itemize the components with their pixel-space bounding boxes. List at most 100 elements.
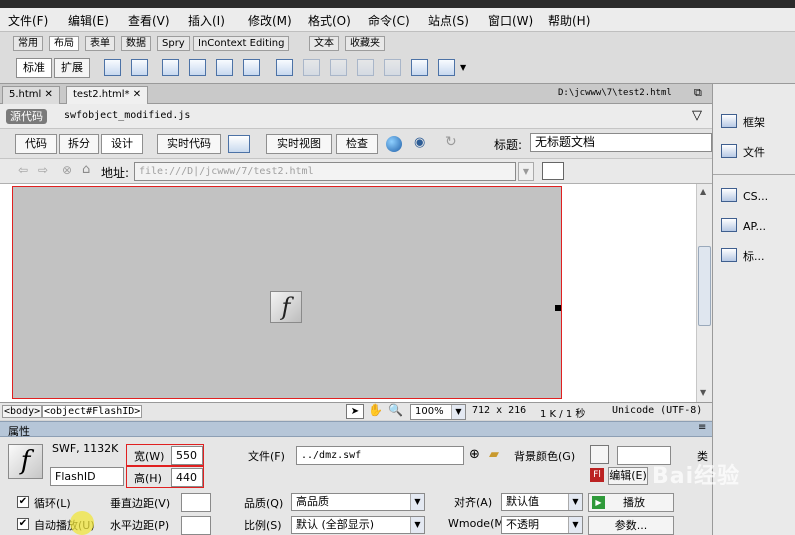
forward-arrow-icon[interactable]: ⇨	[38, 163, 48, 177]
insert-tab-spry[interactable]: Spry	[157, 36, 190, 51]
spry-menubar-icon[interactable]	[162, 59, 179, 76]
tag-selector-body[interactable]: <body>	[2, 405, 43, 418]
title-input[interactable]: 无标题文档	[530, 133, 712, 152]
vspace-input[interactable]	[181, 493, 211, 512]
scroll-down-icon[interactable]: ▼	[700, 388, 706, 397]
code-view-button[interactable]: 代码	[15, 134, 57, 154]
insert-tab-forms[interactable]: 表单	[85, 36, 115, 51]
menu-format[interactable]: 格式(O)	[308, 12, 351, 29]
frames-icon[interactable]	[438, 59, 455, 76]
insert-row-below-icon[interactable]	[330, 59, 347, 76]
panel-tag-inspector[interactable]: 标...	[721, 248, 765, 264]
resize-handle[interactable]	[555, 305, 561, 311]
refresh-icon[interactable]: ↻	[445, 134, 457, 150]
address-input[interactable]: file:///D|/jcwww/7/test2.html	[134, 162, 516, 181]
menu-modify[interactable]: 修改(M)	[248, 12, 292, 29]
insert-row-above-icon[interactable]	[303, 59, 320, 76]
bgcolor-swatch[interactable]	[590, 445, 609, 464]
quality-select[interactable]: 高品质 ▼	[291, 493, 425, 511]
restore-icon[interactable]: ⧉	[694, 86, 702, 100]
standard-mode-button[interactable]: 标准	[16, 58, 52, 78]
visual-aids-icon[interactable]: ◉	[414, 135, 425, 150]
insert-tab-favorites[interactable]: 收藏夹	[345, 36, 385, 51]
insert-tab-data[interactable]: 数据	[121, 36, 151, 51]
zoom-select[interactable]: 100% ▼	[410, 404, 466, 420]
play-button[interactable]: ▶ 播放	[588, 493, 674, 512]
menu-commands[interactable]: 命令(C)	[368, 12, 410, 29]
doc-tab-5html[interactable]: 5.html ✕	[2, 86, 60, 104]
inspect-button[interactable]: 检查	[336, 134, 378, 154]
vertical-scrollbar[interactable]: ▲ ▼	[696, 184, 712, 402]
expanded-mode-button[interactable]: 扩展	[54, 58, 90, 78]
panel-css-styles[interactable]: CS...	[721, 188, 768, 203]
menu-edit[interactable]: 编辑(E)	[68, 12, 109, 29]
insert-column-right-icon[interactable]	[384, 59, 401, 76]
scroll-thumb[interactable]	[698, 246, 711, 326]
point-to-file-icon[interactable]: ⊕	[469, 447, 480, 462]
source-code-button[interactable]: 源代码	[6, 109, 47, 124]
align-select[interactable]: 默认值 ▼	[501, 493, 583, 511]
scroll-up-icon[interactable]: ▲	[700, 187, 706, 196]
zoom-tool-icon[interactable]: 🔍	[388, 403, 403, 417]
autoplay-checkbox[interactable]: ✔	[17, 518, 29, 530]
back-arrow-icon[interactable]: ⇦	[18, 163, 28, 177]
zoom-value: 100%	[415, 406, 444, 417]
properties-header[interactable]: 属性 ≡	[0, 421, 712, 438]
insert-ap-div-icon[interactable]	[131, 59, 148, 76]
flash-object-placeholder[interactable]: f	[12, 186, 562, 399]
filter-icon[interactable]: ▽	[692, 108, 702, 123]
select-tool-icon[interactable]: ➤	[346, 404, 364, 419]
related-file-link[interactable]: swfobject_modified.js	[64, 110, 190, 121]
table-icon[interactable]	[276, 59, 293, 76]
parameters-button[interactable]: 参数...	[588, 516, 674, 535]
window-size[interactable]: 712 x 216	[472, 405, 526, 416]
spry-collapsible-icon[interactable]	[243, 59, 260, 76]
menu-help[interactable]: 帮助(H)	[548, 12, 590, 29]
panel-ap-elements[interactable]: AP...	[721, 218, 766, 233]
live-view-button[interactable]: 实时视图	[266, 134, 332, 154]
edit-button[interactable]: 编辑(E)	[608, 467, 648, 485]
insert-tab-common[interactable]: 常用	[13, 36, 43, 51]
tag-selector-object[interactable]: <object#FlashID>	[42, 405, 143, 418]
browse-options-icon[interactable]	[542, 162, 564, 180]
menu-view[interactable]: 查看(V)	[128, 12, 170, 29]
spry-accordion-icon[interactable]	[216, 59, 233, 76]
design-view-button[interactable]: 设计	[101, 134, 143, 154]
iframe-icon[interactable]	[411, 59, 428, 76]
insert-tab-incontext[interactable]: InContext Editing	[193, 36, 290, 51]
align-label: 对齐(A)	[454, 496, 493, 509]
menu-window[interactable]: 窗口(W)	[488, 12, 533, 29]
insert-column-left-icon[interactable]	[357, 59, 374, 76]
hand-tool-icon[interactable]: ✋	[368, 403, 383, 417]
wmode-select[interactable]: 不透明 ▼	[501, 516, 583, 534]
menu-site[interactable]: 站点(S)	[428, 12, 469, 29]
stop-icon[interactable]: ⊗	[62, 163, 72, 177]
close-icon[interactable]: ✕	[133, 89, 141, 100]
folder-icon[interactable]: ▰	[489, 447, 499, 462]
frames-dropdown-arrow-icon[interactable]: ▼	[460, 63, 466, 72]
panel-files[interactable]: 文件	[721, 144, 765, 160]
insert-div-icon[interactable]	[104, 59, 121, 76]
loop-checkbox[interactable]: ✔	[17, 496, 29, 508]
spry-tabbed-panels-icon[interactable]	[189, 59, 206, 76]
close-icon[interactable]: ✕	[45, 89, 53, 100]
address-dropdown-icon[interactable]: ▼	[518, 162, 534, 181]
preview-globe-icon[interactable]	[386, 136, 402, 152]
browser-check-icon[interactable]	[228, 135, 250, 153]
menu-file[interactable]: 文件(F)	[8, 12, 48, 29]
home-icon[interactable]: ⌂	[82, 162, 90, 177]
insert-tab-layout[interactable]: 布局	[49, 36, 79, 51]
file-input[interactable]: ../dmz.swf	[296, 446, 464, 465]
menu-insert[interactable]: 插入(I)	[188, 12, 225, 29]
hspace-input[interactable]	[181, 516, 211, 535]
insert-tab-text[interactable]: 文本	[309, 36, 339, 51]
panel-frames[interactable]: 框架	[721, 114, 765, 130]
flash-id-input[interactable]: FlashID	[50, 467, 124, 486]
panel-menu-icon[interactable]: ≡	[698, 422, 706, 433]
scale-select[interactable]: 默认 (全部显示) ▼	[291, 516, 425, 534]
live-code-button[interactable]: 实时代码	[157, 134, 221, 154]
title-strip	[0, 0, 795, 8]
split-view-button[interactable]: 拆分	[59, 134, 99, 154]
doc-tab-test2[interactable]: test2.html* ✕	[66, 86, 149, 104]
files-tree-icon	[721, 144, 737, 158]
